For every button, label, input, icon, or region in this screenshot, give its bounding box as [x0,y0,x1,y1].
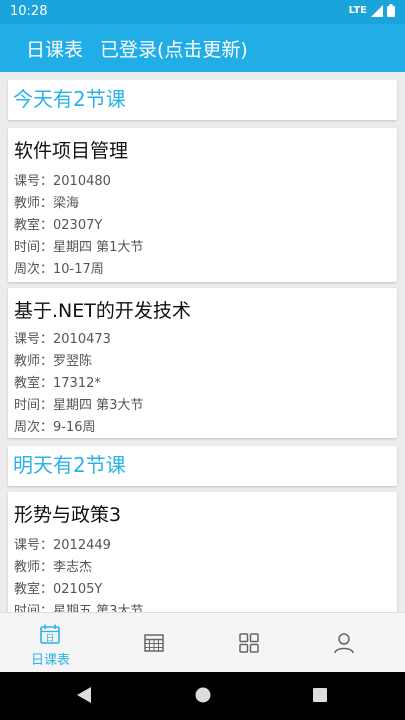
course-name: 软件项目管理 [14,140,129,162]
course-weeks: 周次：9-16周 [14,420,96,435]
course-card[interactable]: 形势与政策3 课号：2012449 教师：李志杰 教室：02105Y 时间：星期… [8,492,397,612]
course-teacher: 教师：李志杰 [14,560,93,575]
app-bar: 日课表 已登录(点击更新) [0,24,405,72]
nav-daily-schedule[interactable]: 日 日课表 [0,613,101,673]
course-weeks: 周次：10-17周 [14,262,104,277]
system-navigation-bar [0,672,405,720]
signal-icon [371,4,383,17]
course-code: 课号：2010480 [14,174,111,189]
status-time: 10:28 [10,4,48,19]
home-icon[interactable] [194,686,212,704]
login-status-refresh[interactable]: 已登录(点击更新) [100,35,248,62]
recents-icon[interactable] [312,686,328,704]
course-name: 基于.NET的开发技术 [14,300,191,322]
course-room: 教室：17312* [14,376,101,391]
nav-daily-label: 日课表 [30,653,70,668]
person-icon [334,633,354,654]
back-icon[interactable] [76,686,92,704]
course-teacher: 教师：梁海 [14,196,80,211]
nav-profile[interactable] [294,613,395,673]
course-room: 教室：02307Y [14,218,103,233]
course-card[interactable]: 软件项目管理 课号：2010480 教师：梁海 教室：02307Y 时间：星期四… [8,128,397,282]
course-code: 课号：2010473 [14,332,111,347]
course-teacher: 教师：罗翌陈 [14,354,93,369]
bottom-navigation: 日 日课表 [0,612,405,673]
course-room: 教室：02105Y [14,582,103,597]
status-icons: LTE [349,4,395,17]
svg-text:日: 日 [45,633,54,644]
status-bar: 10:28 LTE [0,0,405,24]
grid-icon [239,633,259,653]
course-name: 形势与政策3 [14,504,122,526]
battery-icon [387,4,395,17]
app-title: 日课表 [26,39,84,61]
course-time: 时间：星期四 第3大节 [14,398,144,413]
course-list[interactable]: 今天有2节课 软件项目管理 课号：2010480 教师：梁海 教室：02307Y… [0,72,405,612]
section-header-today: 今天有2节课 [8,80,397,120]
today-header: 今天有2节课 [13,87,126,111]
course-code: 课号：2012449 [14,538,111,553]
tomorrow-header: 明天有2节课 [13,453,126,477]
course-time: 时间：星期五 第3大节 [14,604,144,612]
section-header-tomorrow: 明天有2节课 [8,446,397,486]
course-time: 时间：星期四 第1大节 [14,240,144,255]
course-card[interactable]: 基于.NET的开发技术 课号：2010473 教师：罗翌陈 教室：17312* … [8,288,397,438]
nav-weekly-table[interactable] [104,613,205,673]
table-icon [144,634,164,652]
nav-grid[interactable] [199,613,300,673]
network-type: LTE [348,5,367,16]
calendar-icon: 日 [40,624,60,644]
